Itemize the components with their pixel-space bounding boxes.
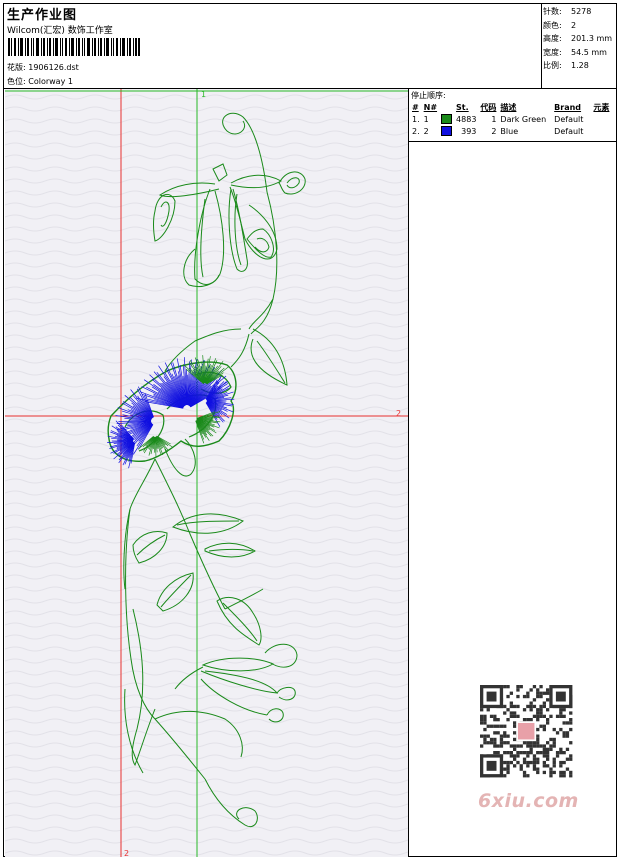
table-row: 2. 2 393 2 Blue Default [412, 126, 584, 136]
table-row: 1. 1 4883 1 Dark Green Default [412, 114, 584, 124]
stat-height: 高度: 201.3 mm [543, 34, 613, 43]
stat-scale: 比例: 1.28 [543, 61, 589, 70]
col-description: 描述 [500, 102, 517, 112]
embroidery-design: 1 2 2 [5, 89, 408, 857]
page-title: 生产作业图 [7, 8, 78, 23]
table-bottom-rule [408, 141, 617, 142]
guide-label-bottom: 2 [124, 849, 129, 857]
canvas-divider [408, 88, 409, 857]
table-header-row: # N# St. 代码 描述 Brand 元素 [410, 101, 611, 113]
col-swatch [439, 101, 454, 113]
watermark-qr-code [472, 681, 582, 787]
watermark-text: 6xiu.com [478, 790, 579, 812]
colorway: 色位: Colorway 1 [7, 77, 73, 86]
design-file: 花版: 1906126.dst [7, 63, 79, 72]
company-name: Wilcom(汇宏) 数饰工作室 [7, 26, 113, 36]
qr-pattern [480, 685, 573, 778]
guide-label-top: 1 [201, 90, 206, 99]
col-brand: Brand [554, 102, 582, 112]
embroidery-canvas: 1 2 2 [5, 89, 408, 857]
barcode [8, 38, 140, 56]
header-divider [541, 3, 542, 89]
stop-sequence-title: 停止顺序: [411, 91, 446, 100]
col-index: # [412, 102, 419, 112]
stats-panel: 针数: 5278 颜色: 2 高度: 201.3 mm 宽度: 54.5 mm 比例: 1… [543, 5, 612, 73]
stat-width: 宽度: 54.5 mm [543, 47, 607, 57]
stat-colors: 颜色: 2 [543, 20, 577, 30]
col-element: 元素 [593, 102, 610, 112]
col-code: 代码 [480, 102, 497, 112]
stat-stitches: 针数: 5278 [543, 7, 592, 16]
guide-label-right: 2 [396, 409, 401, 418]
color-swatch [441, 114, 453, 124]
col-stitches: St. [456, 102, 469, 112]
color-sequence-table: # N# St. 代码 描述 Brand 元素 1. 1 4883 1 Dark… [410, 101, 611, 137]
color-swatch [441, 126, 453, 136]
col-needle: N# [423, 102, 438, 112]
